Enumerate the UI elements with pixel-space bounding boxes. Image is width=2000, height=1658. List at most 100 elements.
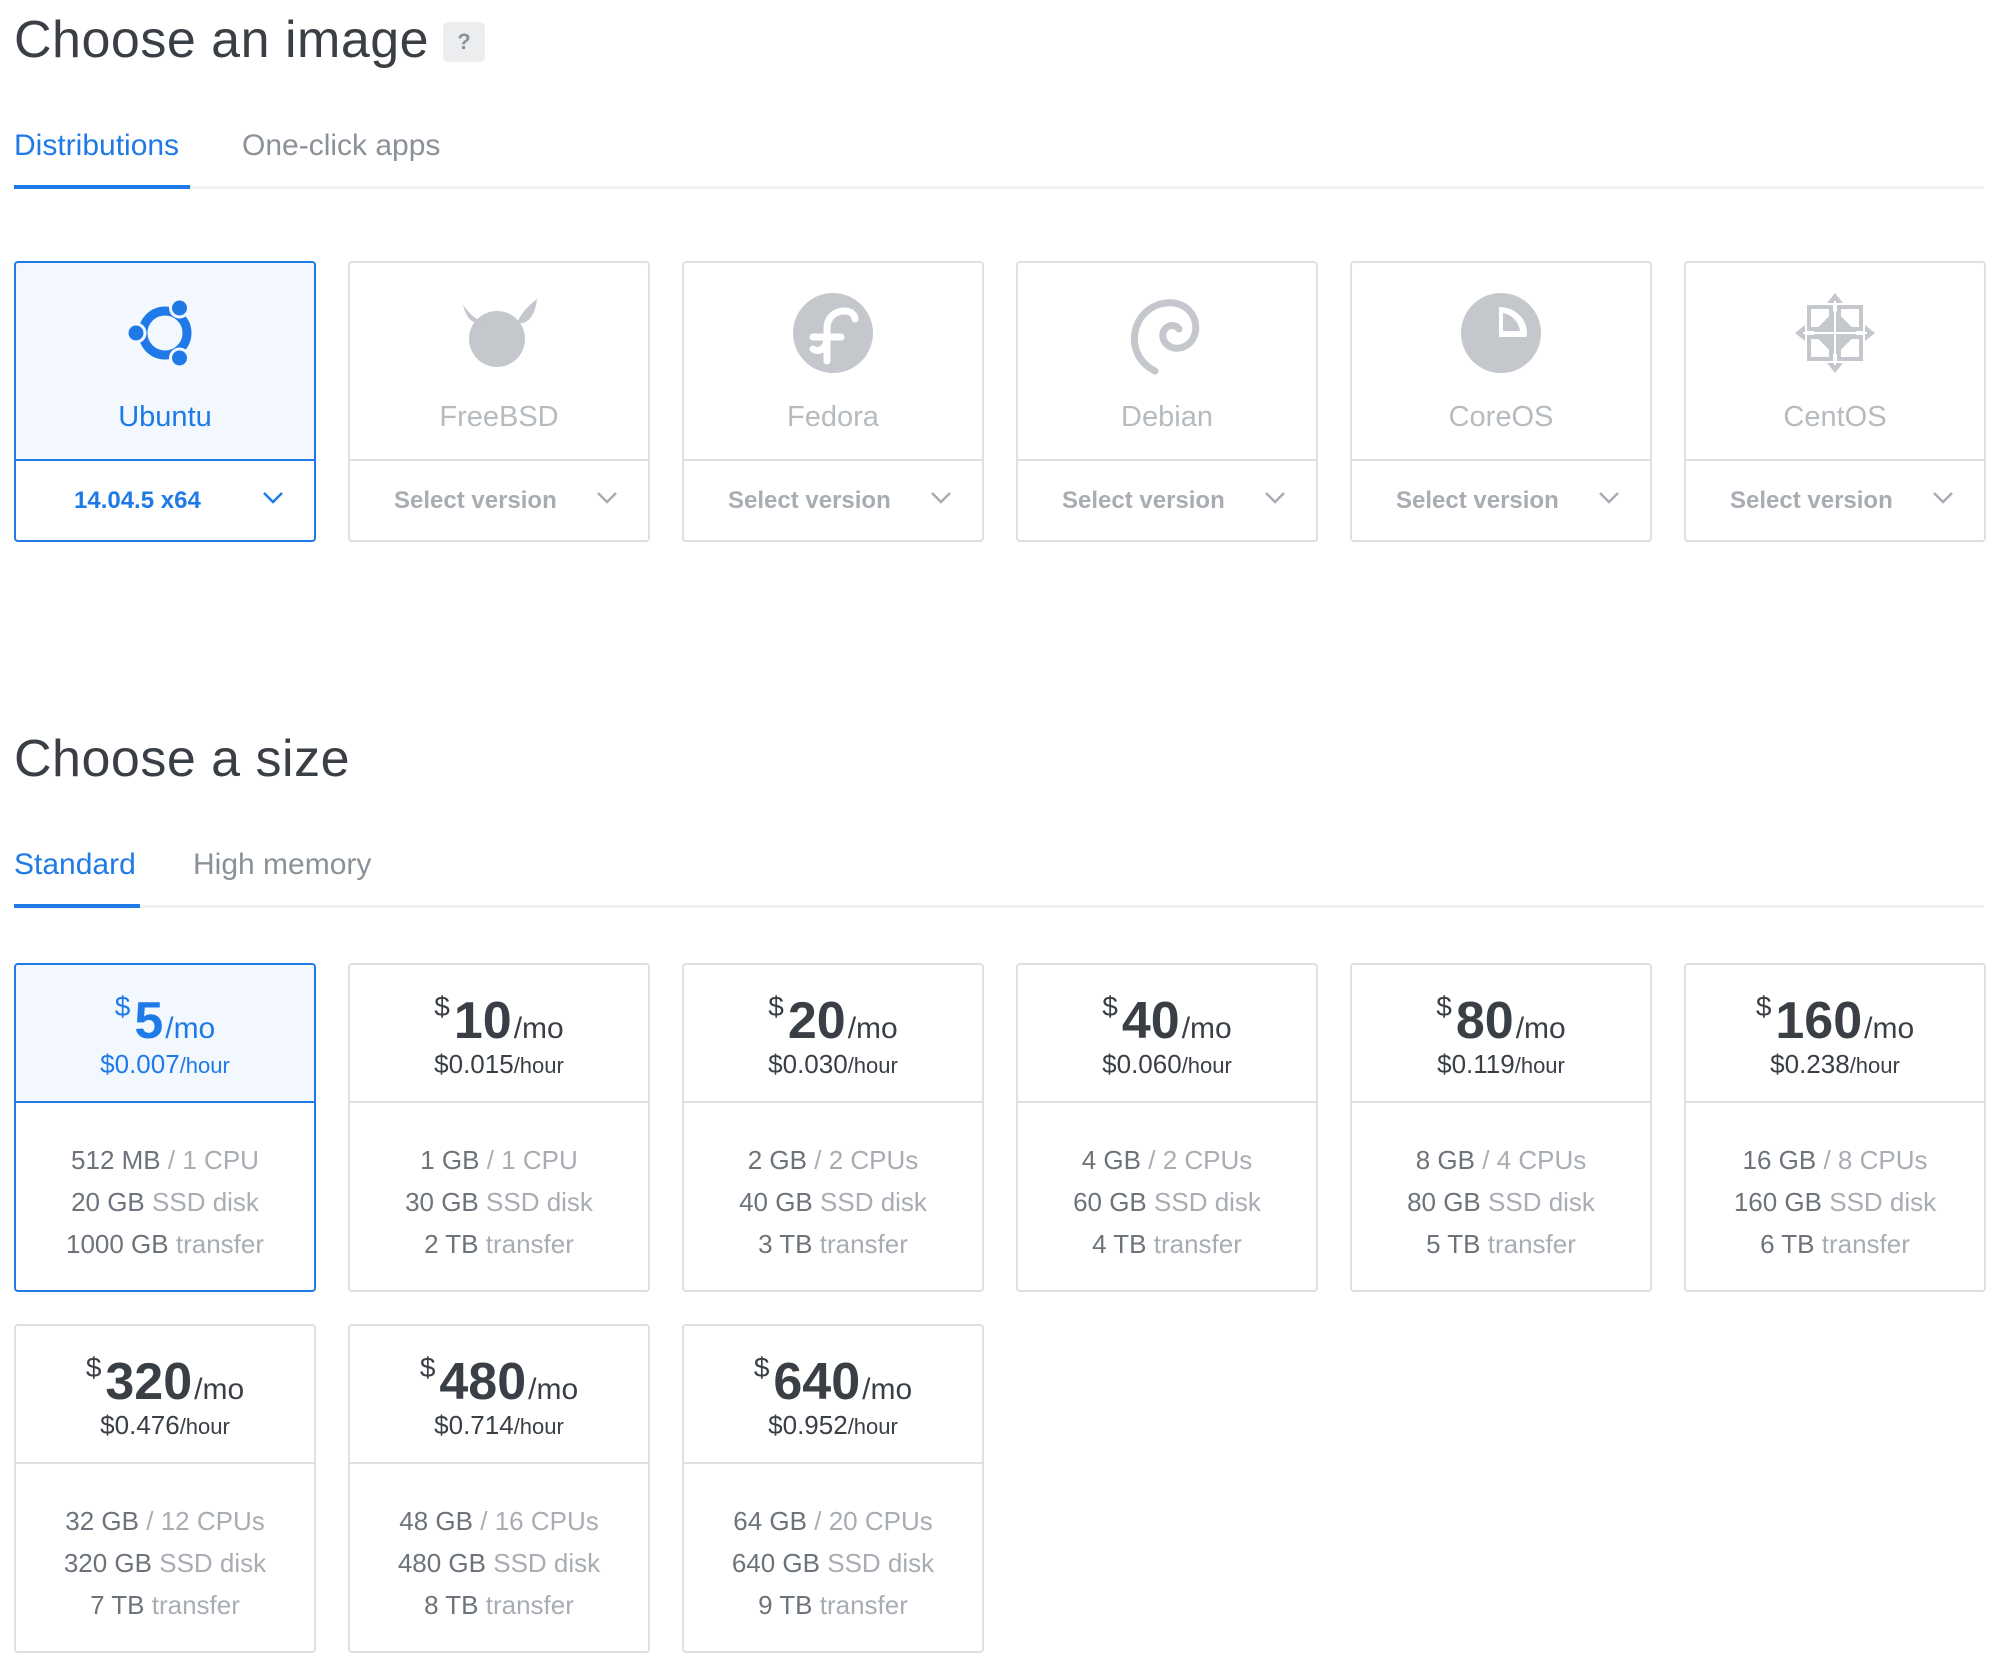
- distro-name: Ubuntu: [118, 401, 212, 433]
- distro-card-freebsd[interactable]: FreeBSD Select version: [348, 261, 650, 542]
- monthly-price: $10/mo: [350, 991, 648, 1051]
- price-box[interactable]: $320/mo $0.476/hour: [16, 1326, 314, 1464]
- version-select[interactable]: Select version: [1352, 461, 1650, 540]
- hourly-price: $0.952/hour: [684, 1410, 982, 1441]
- size-section-title: Choose a size: [14, 730, 351, 788]
- distro-name: CoreOS: [1448, 401, 1554, 433]
- currency-symbol: $: [434, 991, 450, 1022]
- version-select[interactable]: 14.04.5 x64: [16, 461, 314, 540]
- help-icon[interactable]: ?: [443, 22, 485, 62]
- distro-card-header[interactable]: CentOS: [1686, 263, 1984, 461]
- per-month-label: /mo: [1515, 1012, 1566, 1045]
- cpu-value: 8 CPUs: [1837, 1145, 1928, 1175]
- spec-memory-cpu: 16 GB / 8 CPUs: [1686, 1139, 1984, 1181]
- version-select[interactable]: Select version: [1686, 461, 1984, 540]
- memory-value: 32 GB: [65, 1506, 139, 1536]
- size-plan-card[interactable]: $10/mo $0.015/hour 1 GB / 1 CPU 30 GB SSD d…: [348, 963, 650, 1292]
- plan-specs: 64 GB / 20 CPUs 640 GB SSD disk 9 TB trans…: [684, 1464, 982, 1626]
- monthly-price: $160/mo: [1686, 991, 1984, 1051]
- size-plan-card[interactable]: $160/mo $0.238/hour 16 GB / 8 CPUs 160 GB S…: [1684, 963, 1986, 1292]
- disk-value: 80 GB: [1407, 1187, 1481, 1217]
- price-box[interactable]: $10/mo $0.015/hour: [350, 965, 648, 1103]
- centos-icon: [1795, 293, 1875, 373]
- transfer-value: 7 TB: [90, 1590, 145, 1620]
- price-amount: 640: [773, 1353, 861, 1411]
- spec-memory-cpu: 512 MB / 1 CPU: [16, 1139, 314, 1181]
- cpu-value: 16 CPUs: [494, 1506, 599, 1536]
- monthly-price: $80/mo: [1352, 991, 1650, 1051]
- hourly-amount: $0.030: [768, 1049, 848, 1079]
- distro-card-header[interactable]: Debian: [1018, 263, 1316, 461]
- plan-specs: 8 GB / 4 CPUs 80 GB SSD disk 5 TB transfer: [1352, 1103, 1650, 1265]
- hourly-amount: $0.007: [100, 1049, 180, 1079]
- size-plan-card[interactable]: $80/mo $0.119/hour 8 GB / 4 CPUs 80 GB SSD …: [1350, 963, 1652, 1292]
- hourly-price: $0.007/hour: [16, 1049, 314, 1080]
- plan-specs: 1 GB / 1 CPU 30 GB SSD disk 2 TB transfer: [350, 1103, 648, 1265]
- currency-symbol: $: [85, 1352, 102, 1383]
- per-month-label: /mo: [513, 1012, 564, 1045]
- ubuntu-icon: [125, 297, 192, 369]
- size-plan-card[interactable]: $640/mo $0.952/hour 64 GB / 20 CPUs 640 GB …: [682, 1324, 984, 1653]
- distro-card-coreos[interactable]: CoreOS Select version: [1350, 261, 1652, 542]
- transfer-value: 5 TB: [1426, 1229, 1481, 1259]
- per-month-label: /mo: [1181, 1012, 1232, 1045]
- distro-name: FreeBSD: [439, 401, 559, 433]
- cpu-value: 2 CPUs: [1162, 1145, 1253, 1175]
- distro-card-centos[interactable]: CentOS Select version: [1684, 261, 1986, 542]
- price-box[interactable]: $480/mo $0.714/hour: [350, 1326, 648, 1464]
- distro-name: Debian: [1121, 401, 1213, 433]
- distro-card-header[interactable]: Ubuntu: [16, 263, 314, 461]
- chevron-down-icon: [263, 492, 283, 504]
- disk-label: SSD disk: [827, 1548, 935, 1578]
- disk-label: SSD disk: [1154, 1187, 1261, 1217]
- size-plan-card[interactable]: $20/mo $0.030/hour 2 GB / 2 CPUs 40 GB SSD …: [682, 963, 984, 1292]
- monthly-price: $320/mo: [16, 1352, 314, 1412]
- memory-value: 2 GB: [747, 1145, 807, 1175]
- version-select[interactable]: Select version: [350, 461, 648, 540]
- version-select[interactable]: Select version: [1018, 461, 1316, 540]
- distro-name: CentOS: [1783, 401, 1887, 433]
- price-box[interactable]: $160/mo $0.238/hour: [1686, 965, 1984, 1103]
- size-plan-card[interactable]: $480/mo $0.714/hour 48 GB / 16 CPUs 480 GB …: [348, 1324, 650, 1653]
- tab-one-click-apps[interactable]: One-click apps: [242, 126, 440, 186]
- price-amount: 80: [1455, 992, 1514, 1050]
- tab-high-memory[interactable]: High memory: [193, 845, 371, 905]
- tab-standard[interactable]: Standard: [14, 845, 140, 908]
- per-hour-label: /hour: [1849, 1053, 1900, 1078]
- version-value: 14.04.5 x64: [74, 486, 201, 514]
- distro-card-header[interactable]: Fedora: [684, 263, 982, 461]
- size-plan-card[interactable]: $5/mo $0.007/hour 512 MB / 1 CPU 20 GB SSD …: [14, 963, 316, 1292]
- transfer-label: transfer: [1153, 1229, 1242, 1259]
- price-amount: 40: [1121, 992, 1180, 1050]
- disk-value: 40 GB: [739, 1187, 813, 1217]
- spec-disk: 80 GB SSD disk: [1352, 1181, 1650, 1223]
- currency-symbol: $: [1102, 991, 1118, 1022]
- price-amount: 20: [787, 992, 846, 1050]
- price-box[interactable]: $80/mo $0.119/hour: [1352, 965, 1650, 1103]
- size-plan-card[interactable]: $320/mo $0.476/hour 32 GB / 12 CPUs 320 GB …: [14, 1324, 316, 1653]
- distro-card-debian[interactable]: Debian Select version: [1016, 261, 1318, 542]
- per-hour-label: /hour: [513, 1414, 564, 1439]
- distro-card-fedora[interactable]: Fedora Select version: [682, 261, 984, 542]
- spec-separator: /: [1482, 1145, 1490, 1175]
- hourly-price: $0.030/hour: [684, 1049, 982, 1080]
- version-select[interactable]: Select version: [684, 461, 982, 540]
- spec-separator: /: [167, 1145, 176, 1175]
- price-box[interactable]: $640/mo $0.952/hour: [684, 1326, 982, 1464]
- hourly-amount: $0.015: [434, 1049, 514, 1079]
- price-amount: 5: [134, 992, 164, 1050]
- image-tabs: Distributions One-click apps: [14, 126, 1984, 189]
- distro-card-header[interactable]: FreeBSD: [350, 263, 648, 461]
- hourly-price: $0.714/hour: [350, 1410, 648, 1441]
- price-box[interactable]: $5/mo $0.007/hour: [16, 965, 314, 1103]
- per-hour-label: /hour: [513, 1053, 564, 1078]
- distro-card-ubuntu[interactable]: Ubuntu 14.04.5 x64: [14, 261, 316, 542]
- distro-card-header[interactable]: CoreOS: [1352, 263, 1650, 461]
- transfer-label: transfer: [1487, 1229, 1576, 1259]
- spec-disk: 320 GB SSD disk: [16, 1542, 314, 1584]
- tab-distributions[interactable]: Distributions: [14, 126, 190, 189]
- spec-separator: /: [814, 1506, 822, 1536]
- price-box[interactable]: $40/mo $0.060/hour: [1018, 965, 1316, 1103]
- size-plan-card[interactable]: $40/mo $0.060/hour 4 GB / 2 CPUs 60 GB SSD …: [1016, 963, 1318, 1292]
- price-box[interactable]: $20/mo $0.030/hour: [684, 965, 982, 1103]
